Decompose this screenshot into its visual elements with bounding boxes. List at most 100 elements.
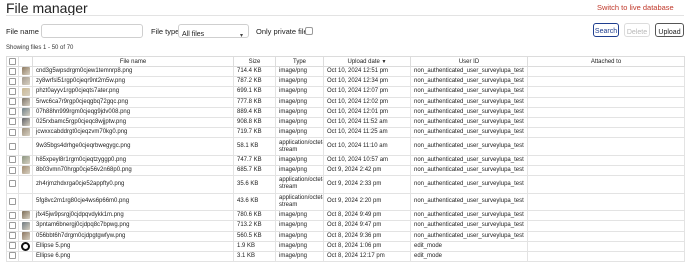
file-name-cell[interactable]: zy8wrfsl51rgp0cjeqr9nt2m5w.png [32,76,234,88]
upload-date-cell: Oct 8, 2024 9:36 pm [323,230,411,242]
column-header-upload-date[interactable]: Upload date ▼ [323,56,411,67]
row-select-cell[interactable] [6,116,19,129]
file-name-cell[interactable]: 8b03vmn70hrgp0cje56v2n68p0.png [32,164,234,177]
row-checkbox[interactable] [9,142,16,150]
table-row[interactable]: 07h88hn999rgm0cjeqg9jdv008.png 889.4 KB im… [6,106,685,118]
row-checkbox[interactable] [9,67,16,75]
select-all-checkbox[interactable] [9,57,16,65]
row-checkbox[interactable] [9,87,16,95]
row-select-cell[interactable] [6,86,19,98]
file-name-cell[interactable]: 3pntam6bnergj0cjdpq8c7bpwg.png [32,220,234,232]
row-checkbox[interactable] [9,232,16,240]
file-name-input[interactable] [41,24,143,38]
thumbnail-cell [18,86,33,98]
column-header-attached-to[interactable]: Attached to [527,56,685,67]
file-name-cell[interactable]: h85xpeyl8r1rgm0cjeqtzyggp0.png [32,154,234,167]
row-select-cell[interactable] [6,240,19,252]
row-checkbox[interactable] [9,118,16,126]
file-name-cell[interactable]: 5rwc6ca7r9rgp0cjeqgbq72gqc.png [32,96,234,108]
column-header-size[interactable]: Size [233,56,276,67]
row-select-cell[interactable] [6,192,19,212]
search-button[interactable]: Search [593,23,619,37]
table-row[interactable]: 9w35bgs4drhge0cjeqrbwegygc.png 58.1 KB app… [6,137,685,156]
row-checkbox[interactable] [9,128,16,136]
row-select-cell[interactable] [6,96,19,108]
file-name-cell[interactable]: 5fg8vc2m1rg80cje4ws6p66m0.png [32,192,234,212]
row-select-cell[interactable] [6,76,19,88]
table-row[interactable]: Ellipse 5.png 1.9 KB image/png Oct 8, 2024 … [6,240,685,252]
file-type-select[interactable]: All files ▾ [178,24,249,39]
table-row[interactable]: zh4rjmzhdxrga0cje52appfty0.png 35.6 KB app… [6,175,685,194]
upload-date-cell: Oct 8, 2024 9:47 pm [323,220,411,232]
delete-button[interactable]: Delete [624,23,650,37]
file-name-cell[interactable]: Ellipse 5.png [32,240,234,252]
row-checkbox[interactable] [9,197,16,205]
upload-date-cell: Oct 10, 2024 12:51 pm [323,65,411,78]
file-size-cell: 714.4 KB [233,65,276,78]
row-select-cell[interactable] [6,164,19,177]
file-name-cell[interactable]: Ellipse 6.png [32,250,234,263]
thumbnail-cell [18,250,33,263]
file-size-cell: 1.9 KB [233,240,276,252]
table-row[interactable]: 056bbt6h7drgm0cjdpgtgwfyw.png 560.5 KB ima… [6,230,685,242]
column-header-file-name[interactable]: File name [32,56,234,67]
file-name-cell[interactable]: 9w35bgs4drhge0cjeqrbwegygc.png [32,137,234,156]
column-header-type[interactable]: Type [275,56,324,67]
image-thumbnail [21,232,30,240]
file-type-cell: image/png [275,164,324,177]
row-checkbox[interactable] [9,98,16,106]
row-select-cell[interactable] [6,220,19,232]
row-checkbox[interactable] [9,211,16,219]
file-size-cell: 685.7 KB [233,164,276,177]
row-checkbox[interactable] [9,166,16,174]
table-row[interactable]: 5fg8vc2m1rg80cje4ws6p66m0.png 43.6 KB appl… [6,192,685,212]
row-checkbox[interactable] [9,252,16,260]
table-row[interactable]: jcwxxcabddrgt0cjeqzvm70kg0.png 719.7 KB im… [6,127,685,139]
file-name-cell[interactable]: cnd3g5wpsdrgm0cjew1temnrp8.png [32,65,234,78]
table-row[interactable]: h85xpeyl8r1rgm0cjeqtzyggp0.png 747.7 KB im… [6,154,685,167]
row-select-cell[interactable] [6,127,19,139]
thumbnail-cell [18,127,33,139]
thumbnail-cell [18,175,33,194]
row-checkbox[interactable] [9,180,16,188]
select-all-cell[interactable] [6,56,19,67]
file-name-cell[interactable]: zh4rjmzhdxrga0cje52appfty0.png [32,175,234,194]
switch-database-link[interactable]: Switch to live database [597,3,674,12]
file-size-cell: 719.7 KB [233,127,276,139]
row-select-cell[interactable] [6,106,19,118]
upload-date-cell: Oct 9, 2024 2:42 pm [323,164,411,177]
row-select-cell[interactable] [6,137,19,156]
row-select-cell[interactable] [6,154,19,167]
file-name-cell[interactable]: 025rxbamc5rgp0cjeqc8wjjptw.png [32,116,234,129]
table-row[interactable]: 025rxbamc5rgp0cjeqc8wjjptw.png 908.8 KB im… [6,116,685,129]
column-header-user-id[interactable]: User ID [410,56,528,67]
file-size-cell: 35.6 KB [233,175,276,194]
file-name-cell[interactable]: 056bbt6h7drgm0cjdpgtgwfyw.png [32,230,234,242]
row-checkbox[interactable] [9,156,16,164]
row-select-cell[interactable] [6,230,19,242]
file-name-cell[interactable]: phzt0ayyv1rgp0cjeqts7ater.png [32,86,234,98]
row-checkbox[interactable] [9,77,16,85]
row-select-cell[interactable] [6,250,19,263]
row-checkbox[interactable] [9,221,16,229]
table-row[interactable]: cnd3g5wpsdrgm0cjew1temnrp8.png 714.4 KB im… [6,65,685,78]
table-row[interactable]: zy8wrfsl51rgp0cjeqr9nt2m5w.png 787.2 KB im… [6,76,685,88]
table-row[interactable]: phzt0ayyv1rgp0cjeqts7ater.png 699.1 KB ima… [6,86,685,98]
upload-button[interactable]: Upload [655,23,684,37]
row-select-cell[interactable] [6,65,19,78]
row-checkbox[interactable] [9,242,16,250]
private-files-checkbox[interactable] [305,27,313,35]
table-row[interactable]: jfx45jw9psrgj0cjdpqvdykk1m.png 780.6 KB im… [6,210,685,222]
file-name-cell[interactable]: jfx45jw9psrgj0cjdpqvdykk1m.png [32,210,234,222]
table-row[interactable]: Ellipse 6.png 3.1 KB image/png Oct 8, 2024 … [6,250,685,263]
row-checkbox[interactable] [9,108,16,116]
row-select-cell[interactable] [6,175,19,194]
file-name-cell[interactable]: 07h88hn999rgm0cjeqg9jdv008.png [32,106,234,118]
table-row[interactable]: 5rwc6ca7r9rgp0cjeqgbq72gqc.png 777.8 KB im… [6,96,685,108]
row-select-cell[interactable] [6,210,19,222]
thumbnail-cell [18,116,33,129]
table-row[interactable]: 3pntam6bnergj0cjdpq8c7bpwg.png 713.2 KB im… [6,220,685,232]
table-row[interactable]: 8b03vmn70hrgp0cje56v2n68p0.png 685.7 KB im… [6,164,685,177]
file-name-cell[interactable]: jcwxxcabddrgt0cjeqzvm70kg0.png [32,127,234,139]
chevron-down-icon: ▾ [239,33,243,39]
